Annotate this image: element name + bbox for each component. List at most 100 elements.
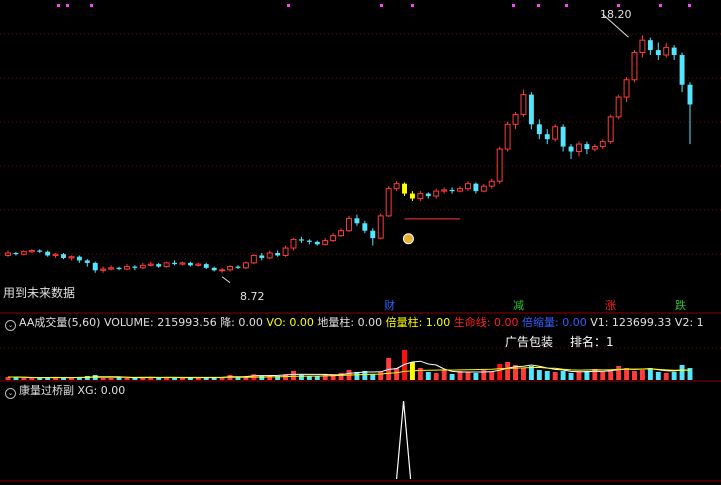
ground-volume-value: 地量柱: 0.00: [317, 316, 383, 329]
candle-body: [544, 134, 550, 140]
candle-body: [417, 193, 424, 200]
volume-bar: [61, 378, 66, 380]
candle-body: [28, 250, 35, 253]
candle-body: [560, 126, 566, 147]
volume-bar: [544, 371, 550, 380]
candle-body: [385, 188, 392, 217]
rank-label: 排名：1: [570, 335, 614, 349]
volume-bar: [433, 373, 439, 380]
event-tag-fall[interactable]: 跌: [674, 299, 687, 313]
volume-bar: [417, 368, 423, 380]
candle-body: [473, 183, 479, 192]
signal-indicator-name[interactable]: 康量过桥副: [19, 384, 74, 397]
volume-bar: [655, 372, 661, 380]
volume-bar: [671, 372, 677, 380]
candle-body: [354, 218, 360, 224]
volume-bar: [124, 378, 130, 380]
top-marker: [411, 4, 414, 7]
event-tag-reduce[interactable]: 减: [512, 299, 525, 313]
candle-body: [203, 264, 209, 268]
candle-body: [5, 252, 11, 256]
price-high-label: 18.20: [600, 8, 632, 21]
volume-bar: [314, 376, 320, 380]
candle-body: [671, 47, 677, 56]
candle-body: [298, 239, 304, 241]
candle-body: [266, 252, 273, 259]
top-marker: [380, 4, 383, 7]
candle-body: [512, 113, 519, 125]
ad-label: 广告包装: [505, 335, 554, 349]
volume-bar: [425, 372, 431, 380]
candle-body: [480, 185, 487, 192]
event-tag-finance[interactable]: 财: [383, 299, 396, 313]
top-marker: [617, 4, 620, 7]
candle-body: [314, 241, 320, 245]
v1-value: V1: 123699.33: [590, 316, 672, 329]
volume-bar: [584, 371, 590, 380]
candle-body: [346, 217, 352, 232]
candle-body: [647, 40, 653, 51]
candle-body: [377, 215, 384, 239]
circle-collapse-icon[interactable]: ⌄: [5, 388, 16, 399]
candle-body: [504, 123, 511, 150]
candle-body: [139, 264, 146, 269]
candle-body: [576, 143, 582, 153]
candle-body: [457, 188, 463, 192]
volume-bar: [576, 372, 582, 380]
volume-bar: [68, 378, 74, 380]
candle-body: [599, 141, 606, 148]
volume-bar: [291, 371, 296, 380]
event-tag-rise[interactable]: 涨: [604, 299, 617, 313]
candle-body: [13, 252, 19, 255]
candle-body: [552, 126, 559, 140]
candle-body: [156, 264, 162, 267]
volume-bar: [663, 373, 669, 380]
candle-body: [290, 238, 297, 249]
top-marker: [537, 4, 540, 7]
candle-body: [92, 262, 98, 271]
candle-body: [147, 263, 154, 266]
vo-value: VO: 0.00: [266, 316, 314, 329]
volume-bar: [211, 378, 217, 380]
volume-bar: [552, 372, 558, 380]
candle-body: [108, 267, 115, 270]
candle-body: [100, 268, 107, 271]
volume-indicator-name[interactable]: AA成交量(5,60): [19, 316, 100, 329]
double-shrink-value: 倍缩量: 0.00: [522, 316, 587, 329]
volume-bar: [37, 378, 43, 380]
signal-spike-line: [395, 400, 412, 480]
circle-collapse-icon[interactable]: ⌄: [5, 320, 16, 331]
volume-bar: [172, 378, 177, 380]
candle-body: [37, 250, 43, 252]
top-marker: [57, 4, 60, 7]
candle-body: [687, 84, 693, 105]
drop-value: 降: 0.00: [220, 316, 263, 329]
candle-body: [623, 79, 630, 98]
volume-bar: [370, 374, 376, 380]
candle-body: [195, 263, 202, 266]
future-data-note: 用到未来数据: [3, 286, 76, 300]
stock-chart-canvas[interactable]: [0, 0, 721, 485]
lifeline-value: 生命线: 0.00: [453, 316, 519, 329]
candle-body: [242, 262, 249, 269]
candle-body: [76, 256, 82, 261]
candle-body: [393, 183, 400, 190]
candle-body: [655, 50, 661, 56]
candle-body: [61, 254, 66, 258]
candle-body: [20, 251, 27, 255]
volume-bar: [632, 371, 637, 380]
volume-bar: [156, 378, 162, 380]
candle-body: [402, 183, 407, 194]
top-marker: [659, 4, 662, 7]
candle-body: [679, 55, 685, 85]
candle-body: [123, 266, 130, 270]
candle-body: [568, 146, 574, 152]
volume-bar: [679, 365, 685, 380]
money-bag-icon: [402, 233, 414, 245]
volume-bar: [180, 378, 185, 380]
signal-panel-header: ⌄ 康量过桥副 XG: 0.00: [5, 384, 125, 399]
candle-body: [496, 148, 503, 182]
v2-value: V2: 1: [674, 316, 704, 329]
candle-body: [45, 251, 51, 256]
candle-body: [227, 266, 234, 271]
